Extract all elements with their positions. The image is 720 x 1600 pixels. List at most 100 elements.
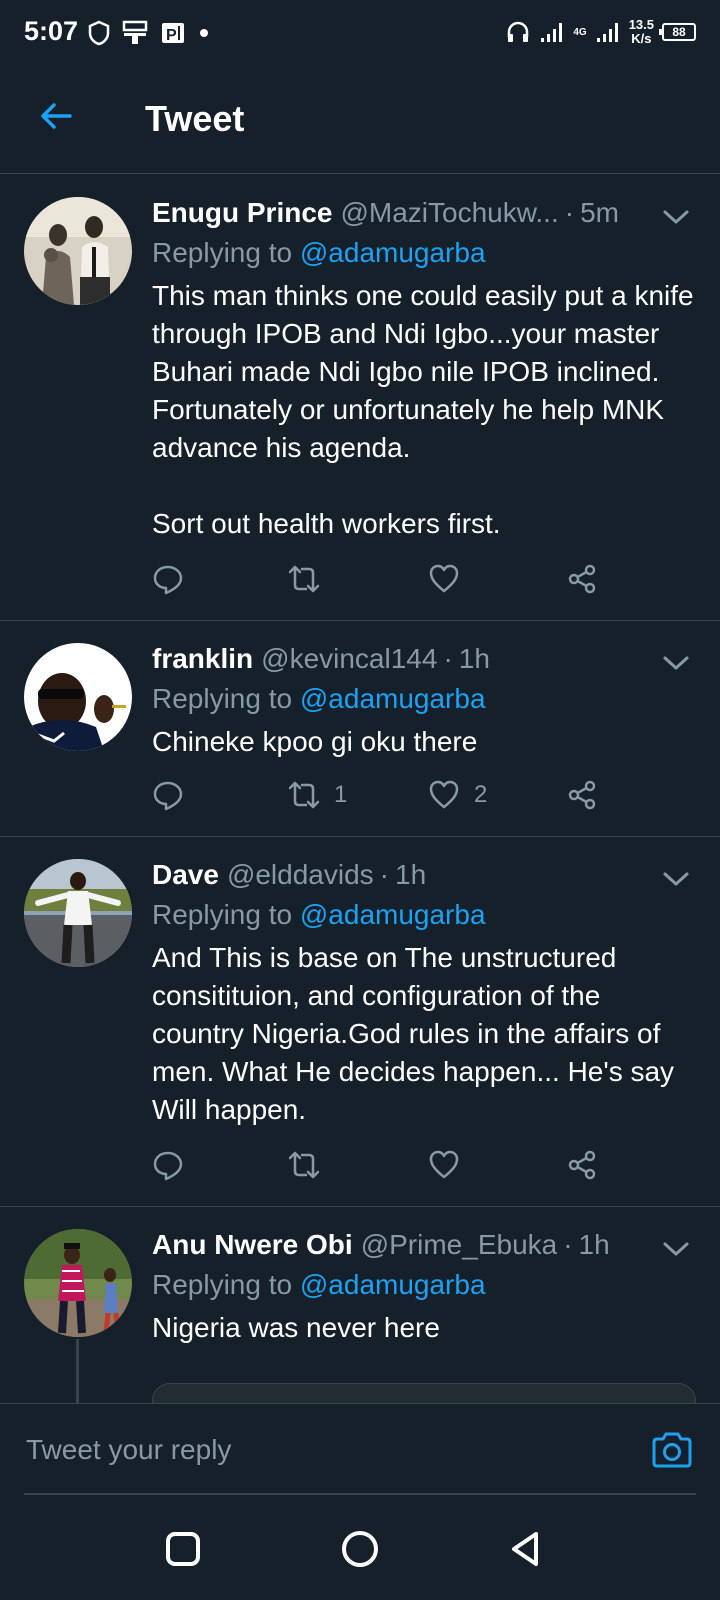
back-arrow-icon[interactable] — [36, 96, 76, 136]
like-button[interactable] — [428, 559, 474, 599]
share-icon — [568, 780, 596, 810]
retweet-icon — [288, 781, 320, 809]
tweet-time: 1h — [458, 643, 490, 674]
like-icon — [429, 780, 459, 809]
tweet-body: Dave @elddavids · 1h Replying to @adamug… — [152, 855, 696, 1129]
tweet-meta: franklin @kevincal144 · 1h — [152, 639, 696, 679]
tweet-body: franklin @kevincal144 · 1h Replying to @… — [152, 639, 696, 761]
svg-text:P: P — [166, 27, 177, 44]
tweet-actions — [152, 1145, 612, 1185]
chevron-down-icon[interactable] — [662, 653, 690, 673]
user-handle[interactable]: @MaziTochukw... — [340, 197, 558, 229]
tweet-text: This man thinks one could easily put a k… — [152, 280, 694, 539]
tweet-meta: Anu Nwere Obi @Prime_Ebuka · 1h — [152, 1225, 696, 1265]
user-name[interactable]: Enugu Prince — [152, 197, 332, 229]
share-button[interactable] — [566, 1145, 598, 1185]
tweet-actions: 1 2 — [152, 775, 612, 815]
camera-icon[interactable] — [650, 1428, 694, 1472]
separator-dot: · — [443, 643, 453, 674]
replying-to: Replying to @adamugarba — [152, 679, 696, 719]
retweet-icon — [288, 1151, 320, 1179]
media-preview[interactable] — [152, 1383, 696, 1403]
like-count: 2 — [474, 781, 488, 808]
tweet-text: And This is base on The unstructured con… — [152, 942, 682, 1125]
like-icon — [429, 564, 459, 593]
tweet-text: Nigeria was never here — [152, 1312, 440, 1343]
user-name[interactable]: Anu Nwere Obi — [152, 1229, 353, 1261]
share-button[interactable] — [566, 559, 598, 599]
avatar[interactable] — [24, 197, 132, 305]
tweet-item[interactable]: Enugu Prince @MaziTochukw... · 5m Replyi… — [0, 175, 720, 621]
tweet-item[interactable]: Dave @elddavids · 1h Replying to @adamug… — [0, 837, 720, 1207]
status-time: 5:07 — [24, 16, 79, 46]
reply-icon — [153, 565, 183, 595]
tweet-text: Chineke kpoo gi oku there — [152, 726, 478, 757]
net-speed-unit: K/s — [631, 31, 652, 46]
user-handle[interactable]: @kevincal144 — [261, 643, 437, 675]
net-speed: 13.5 K/s — [629, 18, 654, 46]
avatar[interactable] — [24, 1229, 132, 1337]
net-speed-value: 13.5 — [628, 17, 654, 32]
status-right: 4G 13.5 K/s 88 — [505, 12, 696, 52]
thread-line — [76, 1339, 79, 1403]
avatar[interactable] — [24, 643, 132, 751]
reply-button[interactable] — [152, 775, 184, 815]
share-icon — [568, 564, 596, 594]
battery-level: 88 — [672, 25, 686, 39]
tweet-actions — [152, 559, 612, 599]
replying-to: Replying to @adamugarba — [152, 233, 696, 273]
shield-icon — [88, 20, 110, 46]
reply-icon — [153, 781, 183, 811]
like-button[interactable]: 2 — [428, 775, 487, 815]
chevron-down-icon[interactable] — [662, 869, 690, 889]
tweet-body: Anu Nwere Obi @Prime_Ebuka · 1h Replying… — [152, 1225, 696, 1347]
user-name[interactable]: franklin — [152, 643, 253, 675]
tweet-item[interactable]: Anu Nwere Obi @Prime_Ebuka · 1h Replying… — [0, 1207, 720, 1403]
tweet-body: Enugu Prince @MaziTochukw... · 5m Replyi… — [152, 193, 696, 543]
reply-feed[interactable]: Enugu Prince @MaziTochukw... · 5m Replyi… — [0, 175, 720, 1403]
user-handle[interactable]: @Prime_Ebuka — [361, 1229, 558, 1261]
user-handle[interactable]: @elddavids — [227, 859, 374, 891]
tweet-meta: Enugu Prince @MaziTochukw... · 5m — [152, 193, 696, 233]
mention-link[interactable]: @adamugarba — [300, 237, 486, 268]
tweet-item[interactable]: franklin @kevincal144 · 1h Replying to @… — [0, 621, 720, 837]
retweet-button[interactable] — [288, 559, 334, 599]
retweet-button[interactable] — [288, 1145, 334, 1185]
separator-dot: · — [379, 859, 389, 890]
system-nav-bar — [0, 1495, 720, 1600]
replying-label: Replying to — [152, 683, 293, 714]
like-button[interactable] — [428, 1145, 474, 1185]
chevron-down-icon[interactable] — [662, 1239, 690, 1259]
retweet-count: 1 — [334, 781, 348, 808]
mention-link[interactable]: @adamugarba — [300, 683, 486, 714]
avatar[interactable] — [24, 859, 132, 967]
square-icon[interactable] — [163, 1529, 203, 1569]
sim-icon — [122, 20, 148, 44]
parking-icon: P — [162, 23, 184, 44]
status-bar: 5:07 P 4G 13.5 K/s 88 — [0, 0, 720, 64]
header: Tweet — [0, 64, 720, 174]
replying-label: Replying to — [152, 237, 293, 268]
page-title: Tweet — [145, 98, 245, 139]
tweet-time: 1h — [578, 1229, 610, 1260]
share-button[interactable] — [566, 775, 598, 815]
reply-input[interactable] — [24, 1430, 584, 1470]
user-name[interactable]: Dave — [152, 859, 219, 891]
chevron-down-icon[interactable] — [662, 207, 690, 227]
replying-label: Replying to — [152, 899, 293, 930]
share-icon — [568, 1150, 596, 1180]
circle-icon[interactable] — [340, 1529, 380, 1569]
reply-button[interactable] — [152, 1145, 184, 1185]
mention-link[interactable]: @adamugarba — [300, 1269, 486, 1300]
replying-to: Replying to @adamugarba — [152, 1265, 696, 1305]
replying-label: Replying to — [152, 1269, 293, 1300]
triangle-back-icon[interactable] — [506, 1529, 546, 1569]
reply-button[interactable] — [152, 559, 184, 599]
replying-to: Replying to @adamugarba — [152, 895, 696, 935]
mention-link[interactable]: @adamugarba — [300, 899, 486, 930]
battery-icon: 88 — [659, 23, 696, 41]
signal-icon — [541, 23, 563, 42]
retweet-button[interactable]: 1 — [288, 775, 347, 815]
tweet-time: 1h — [395, 859, 427, 890]
reply-icon — [153, 1151, 183, 1181]
